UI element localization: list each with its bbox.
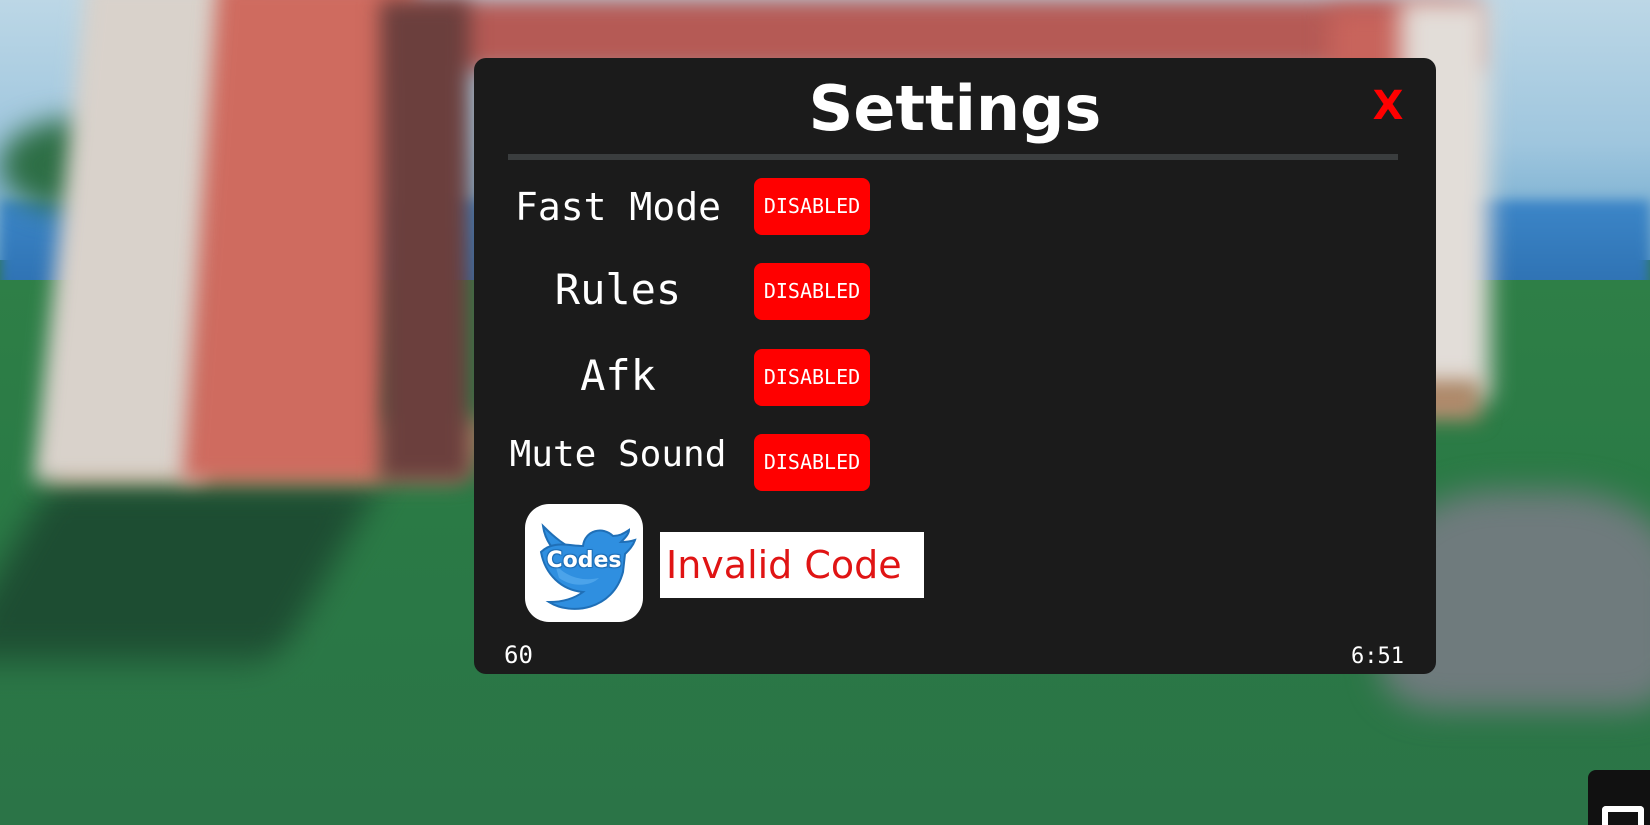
codes-label: Codes <box>546 548 622 573</box>
panel-title: Settings <box>808 72 1102 145</box>
clock-readout: 6:51 <box>1351 644 1404 669</box>
game-viewport: Settings X Fast Mode DISABLED Rules DISA… <box>0 0 1650 825</box>
fps-counter: 60 <box>504 641 533 669</box>
mute-sound-label: Mute Sound <box>509 434 727 475</box>
dark-pillar-backdrop <box>380 0 470 480</box>
afk-toggle[interactable]: DISABLED <box>754 349 870 406</box>
settings-panel: Settings X Fast Mode DISABLED Rules DISA… <box>474 58 1436 674</box>
corner-widget[interactable] <box>1588 770 1650 825</box>
close-button[interactable]: X <box>1368 80 1408 132</box>
title-divider <box>508 154 1398 160</box>
fast-mode-toggle[interactable]: DISABLED <box>754 178 870 235</box>
afk-label: Afk <box>580 351 656 400</box>
mute-sound-toggle[interactable]: DISABLED <box>754 434 870 491</box>
chat-icon <box>1602 806 1644 825</box>
codes-button[interactable]: Codes <box>525 504 643 622</box>
rules-label: Rules <box>554 265 682 314</box>
fast-mode-label: Fast Mode <box>515 185 721 229</box>
code-input[interactable] <box>660 532 924 598</box>
rules-toggle[interactable]: DISABLED <box>754 263 870 320</box>
